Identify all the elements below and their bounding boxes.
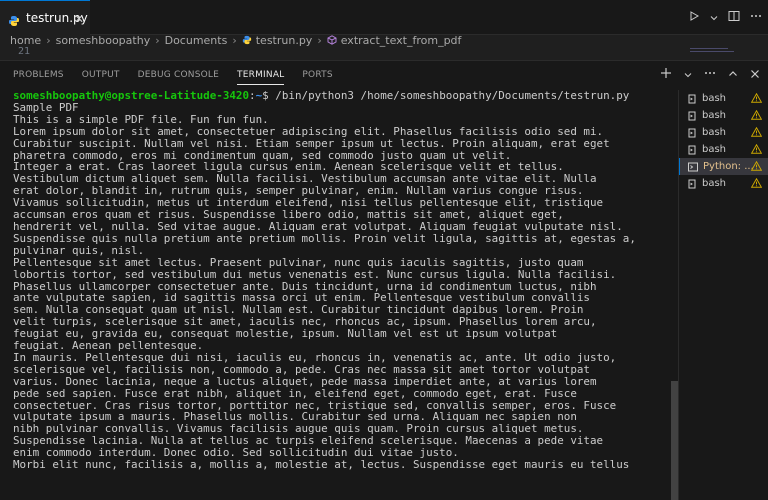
editor-tab-bar: testrun.py ✕: [0, 0, 768, 35]
warning-icon: [750, 177, 763, 188]
chevron-right-icon: ›: [232, 34, 237, 47]
chevron-right-icon: ›: [46, 34, 51, 47]
warning-icon: [750, 126, 763, 137]
breadcrumb-documents[interactable]: Documents: [165, 35, 228, 47]
close-icon[interactable]: ✕: [74, 12, 84, 26]
breadcrumb: home › someshboopathy › Documents › test…: [0, 35, 768, 47]
terminal-line: varius. Donec lacinia, neque a luctus al…: [13, 374, 597, 388]
warning-icon: [750, 109, 763, 120]
breadcrumb-user[interactable]: someshboopathy: [56, 35, 151, 47]
terminal-line: Morbi elit nunc, facilisis a, mollis a, …: [13, 458, 630, 472]
terminal-line: Pellentesque sit amet lectus. Praesent p…: [13, 255, 584, 269]
terminal-list-label: bash: [702, 178, 727, 189]
run-icon[interactable]: [688, 10, 700, 25]
terminal-line: pede sed sapien. Fusce erat nibh, alique…: [13, 386, 577, 400]
python-debug-icon: [688, 162, 698, 172]
terminal-list-item[interactable]: Python: ...: [679, 158, 768, 175]
prompt-command: $ /bin/python3 /home/someshboopathy/Docu…: [262, 90, 630, 102]
chevron-right-icon: ›: [317, 34, 322, 47]
terminal-line: lobortis tortor, sed vestibulum dui metu…: [13, 267, 617, 281]
terminal-line: This is a simple PDF file. Fun fun fun.: [13, 112, 269, 126]
terminal-output[interactable]: someshboopathy@opstree-Latitude-3420:~$ …: [13, 90, 673, 500]
terminal-list-item[interactable]: bash: [679, 124, 768, 141]
terminal-icon: [687, 179, 697, 189]
function-icon: [327, 35, 337, 45]
terminal-line: scelerisque vel, facilisis non, commodo …: [13, 362, 590, 376]
terminal-list-item[interactable]: bash: [679, 107, 768, 124]
python-file-icon: [242, 35, 252, 45]
warning-icon: [750, 143, 763, 154]
chevron-down-icon[interactable]: [710, 11, 718, 25]
tab-testrun-py[interactable]: testrun.py ✕: [0, 0, 90, 35]
tab-ports[interactable]: PORTS: [302, 61, 332, 89]
breadcrumb-function[interactable]: extract_text_from_pdf: [341, 35, 462, 47]
terminal-list-item[interactable]: bash: [679, 141, 768, 158]
terminal-icon: [687, 128, 697, 138]
terminal-line: pulvinar quis, nisl.: [13, 243, 145, 257]
tab-terminal[interactable]: TERMINAL: [237, 61, 285, 89]
terminal-list-label: Python: ...: [703, 161, 754, 172]
terminal-line: Suspendisse quis nulla pretium ante pret…: [13, 231, 636, 245]
terminal-lines: Sample PDF This is a simple PDF file. Fun…: [13, 102, 673, 471]
split-editor-icon[interactable]: [728, 10, 740, 25]
terminal-scrollbar[interactable]: [671, 381, 678, 500]
tab-problems[interactable]: PROBLEMS: [13, 61, 64, 89]
terminal-list-item[interactable]: bash: [679, 90, 768, 107]
tab-debug-console[interactable]: DEBUG CONSOLE: [138, 61, 219, 89]
terminal-list-label: bash: [702, 127, 727, 138]
terminal-line: Curabitur suscipit. Nullam vel nisi. Eti…: [13, 136, 610, 150]
close-icon[interactable]: [750, 68, 760, 83]
terminal-icon: [687, 111, 697, 121]
terminal-list-item[interactable]: bash: [679, 175, 768, 192]
terminal-icon: [687, 94, 697, 104]
terminal-list: bash bash bash bash Python: ... bash: [678, 90, 768, 500]
editor-area[interactable]: [0, 47, 768, 58]
warning-icon: [750, 160, 763, 171]
terminal-list-label: bash: [702, 93, 727, 104]
tab-output[interactable]: OUTPUT: [82, 61, 120, 89]
more-actions-icon[interactable]: [704, 67, 716, 83]
terminal-list-label: bash: [702, 110, 727, 121]
line-number: 21: [18, 46, 31, 57]
terminal-line: Lorem ipsum dolor sit amet, consectetuer…: [13, 124, 604, 138]
minimap[interactable]: [690, 48, 740, 56]
terminal-icon: [687, 145, 697, 155]
panel-actions: [660, 61, 760, 89]
breadcrumb-file[interactable]: testrun.py: [256, 35, 313, 47]
editor-actions: [688, 0, 762, 35]
panel-tabs: PROBLEMS OUTPUT DEBUG CONSOLE TERMINAL P…: [13, 61, 351, 89]
chevron-down-icon[interactable]: [684, 68, 692, 83]
terminal-list-label: bash: [702, 144, 727, 155]
chevron-right-icon: ›: [155, 34, 160, 47]
terminal-prompt-line: someshboopathy@opstree-Latitude-3420:~$ …: [13, 90, 673, 102]
new-terminal-icon[interactable]: [660, 67, 672, 83]
python-file-icon: [8, 12, 20, 26]
more-actions-icon[interactable]: [750, 10, 762, 25]
bottom-panel: PROBLEMS OUTPUT DEBUG CONSOLE TERMINAL P…: [0, 60, 768, 500]
warning-icon: [750, 92, 763, 103]
maximize-panel-icon[interactable]: [728, 68, 738, 83]
